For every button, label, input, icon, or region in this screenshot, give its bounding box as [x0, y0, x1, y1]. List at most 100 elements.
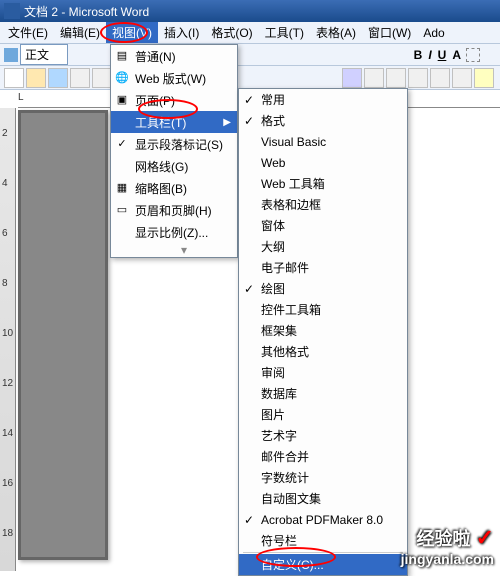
window-title: 文档 2 - Microsoft Word: [24, 3, 149, 20]
titlebar: 文档 2 - Microsoft Word: [0, 0, 500, 22]
outdent-button[interactable]: [430, 68, 450, 88]
menu-tools[interactable]: 工具(T): [259, 22, 310, 43]
menubar: 文件(E) 编辑(E) 视图(V) 插入(I) 格式(O) 工具(T) 表格(A…: [0, 22, 500, 44]
view-toolbars[interactable]: 工具栏(T) ▶: [111, 111, 237, 133]
checkmark-icon: ✓: [244, 93, 254, 107]
ruler-tick: 2: [2, 128, 8, 139]
word-icon: [4, 3, 20, 19]
toolbar-item-label: 邮件合并: [261, 448, 309, 465]
toolbar-item-6[interactable]: 窗体: [239, 215, 407, 236]
menu-ado[interactable]: Ado: [417, 24, 450, 42]
toolbar-item-label: 字数统计: [261, 469, 309, 486]
menu-insert[interactable]: 插入(I): [158, 22, 205, 43]
toolbar-item-1[interactable]: ✓格式: [239, 110, 407, 131]
label: 缩略图(B): [135, 180, 187, 197]
style-selector[interactable]: 正文: [20, 44, 68, 65]
toolbar-item-label: Web 工具箱: [261, 175, 325, 192]
toolbar-item-18[interactable]: 字数统计: [239, 467, 407, 488]
menu-view[interactable]: 视图(V): [106, 22, 158, 43]
view-expand[interactable]: ▾: [111, 243, 237, 257]
toolbar-item-14[interactable]: 数据库: [239, 383, 407, 404]
menu-table[interactable]: 表格(A): [310, 22, 362, 43]
view-thumbnails[interactable]: ▦ 缩略图(B): [111, 177, 237, 199]
vertical-ruler[interactable]: 24681012141618: [0, 108, 16, 571]
toolbar-item-label: 其他格式: [261, 343, 309, 360]
align-right-button[interactable]: [386, 68, 406, 88]
view-web[interactable]: 🌐 Web 版式(W): [111, 67, 237, 89]
highlight-button[interactable]: [474, 68, 494, 88]
checkmark-icon: ✓: [114, 136, 130, 152]
toolbar-item-label: Visual Basic: [261, 135, 326, 149]
view-zoom[interactable]: 显示比例(Z)...: [111, 221, 237, 243]
ruler-tick: 18: [2, 528, 13, 539]
toolbar-item-8[interactable]: 电子邮件: [239, 257, 407, 278]
print-button[interactable]: [70, 68, 90, 88]
menu-edit[interactable]: 编辑(E): [54, 22, 106, 43]
ruler-tick: 16: [2, 478, 13, 489]
toolbar-item-9[interactable]: ✓绘图: [239, 278, 407, 299]
document-page[interactable]: [18, 110, 108, 560]
menu-window[interactable]: 窗口(W): [362, 22, 417, 43]
menu-file[interactable]: 文件(E): [2, 22, 54, 43]
toolbar-item-7[interactable]: 大纲: [239, 236, 407, 257]
italic-button[interactable]: I: [428, 48, 431, 62]
toolbar-item-20[interactable]: ✓Acrobat PDFMaker 8.0: [239, 509, 407, 530]
view-normal[interactable]: ▤ 普通(N): [111, 45, 237, 67]
toolbar-item-17[interactable]: 邮件合并: [239, 446, 407, 467]
checkmark-icon: ✓: [244, 282, 254, 296]
toolbar-item-12[interactable]: 其他格式: [239, 341, 407, 362]
toolbar-item-19[interactable]: 自动图文集: [239, 488, 407, 509]
menu-format[interactable]: 格式(O): [205, 22, 258, 43]
toolbar-item-label: 电子邮件: [261, 259, 309, 276]
border-button[interactable]: [452, 68, 472, 88]
toolbar-item-label: 常用: [261, 91, 285, 108]
preview-button[interactable]: [92, 68, 112, 88]
view-header-footer[interactable]: ▭ 页眉和页脚(H): [111, 199, 237, 221]
toolbar-item-16[interactable]: 艺术字: [239, 425, 407, 446]
toolbars-submenu: ✓常用✓格式Visual BasicWebWeb 工具箱表格和边框窗体大纲电子邮…: [238, 88, 408, 576]
underline-button[interactable]: U: [438, 48, 447, 62]
watermark: 经验啦 ✓ jingyanla.com: [401, 525, 494, 567]
toolbar-item-4[interactable]: Web 工具箱: [239, 173, 407, 194]
align-center-button[interactable]: [364, 68, 384, 88]
view-menu-dropdown: ▤ 普通(N) 🌐 Web 版式(W) ▣ 页面(P) 工具栏(T) ▶ ✓ 显…: [110, 44, 238, 258]
toolbar-item-13[interactable]: 审阅: [239, 362, 407, 383]
view-show-paragraph[interactable]: ✓ 显示段落标记(S): [111, 133, 237, 155]
indent-button[interactable]: [408, 68, 428, 88]
bold-button[interactable]: B: [414, 48, 423, 62]
toolbar-item-label: Web: [261, 156, 285, 170]
toolbar-item-0[interactable]: ✓ 常用: [239, 89, 407, 110]
toolbar-customize[interactable]: 自定义(C)...: [239, 554, 407, 575]
view-page[interactable]: ▣ 页面(P): [111, 89, 237, 111]
toolbar-item-label: Acrobat PDFMaker 8.0: [261, 513, 383, 527]
char-border-button[interactable]: [466, 48, 480, 62]
ruler-tick: 8: [2, 278, 8, 289]
toolbar-item-15[interactable]: 图片: [239, 404, 407, 425]
view-gridlines[interactable]: 网格线(G): [111, 155, 237, 177]
toolbar-item-11[interactable]: 框架集: [239, 320, 407, 341]
ruler-corner: L: [18, 92, 24, 103]
toolbar-item-label: 格式: [261, 112, 285, 129]
save-button[interactable]: [48, 68, 68, 88]
open-button[interactable]: [26, 68, 46, 88]
web-view-icon: 🌐: [114, 70, 130, 86]
align-left-button[interactable]: [342, 68, 362, 88]
toolbar-item-label: 表格和边框: [261, 196, 321, 213]
thumbnail-icon: ▦: [114, 180, 130, 196]
toolbar-item-label: 窗体: [261, 217, 285, 234]
new-button[interactable]: [4, 68, 24, 88]
toolbar-item-2[interactable]: Visual Basic: [239, 131, 407, 152]
heading-icon[interactable]: [4, 48, 18, 62]
standard-toolbar: [0, 66, 500, 90]
toolbar-item-5[interactable]: 表格和边框: [239, 194, 407, 215]
toolbar-item-10[interactable]: 控件工具箱: [239, 299, 407, 320]
label: 网格线(G): [135, 158, 188, 175]
label: 页面(P): [135, 92, 175, 109]
toolbar-item-label: 大纲: [261, 238, 285, 255]
toolbar-item-3[interactable]: Web: [239, 152, 407, 173]
toolbar-item-21[interactable]: 符号栏: [239, 530, 407, 551]
toolbar-customize-label: 自定义(C)...: [261, 556, 324, 573]
normal-view-icon: ▤: [114, 48, 130, 64]
label: 显示段落标记(S): [135, 136, 223, 153]
font-a-button[interactable]: A: [452, 48, 461, 62]
